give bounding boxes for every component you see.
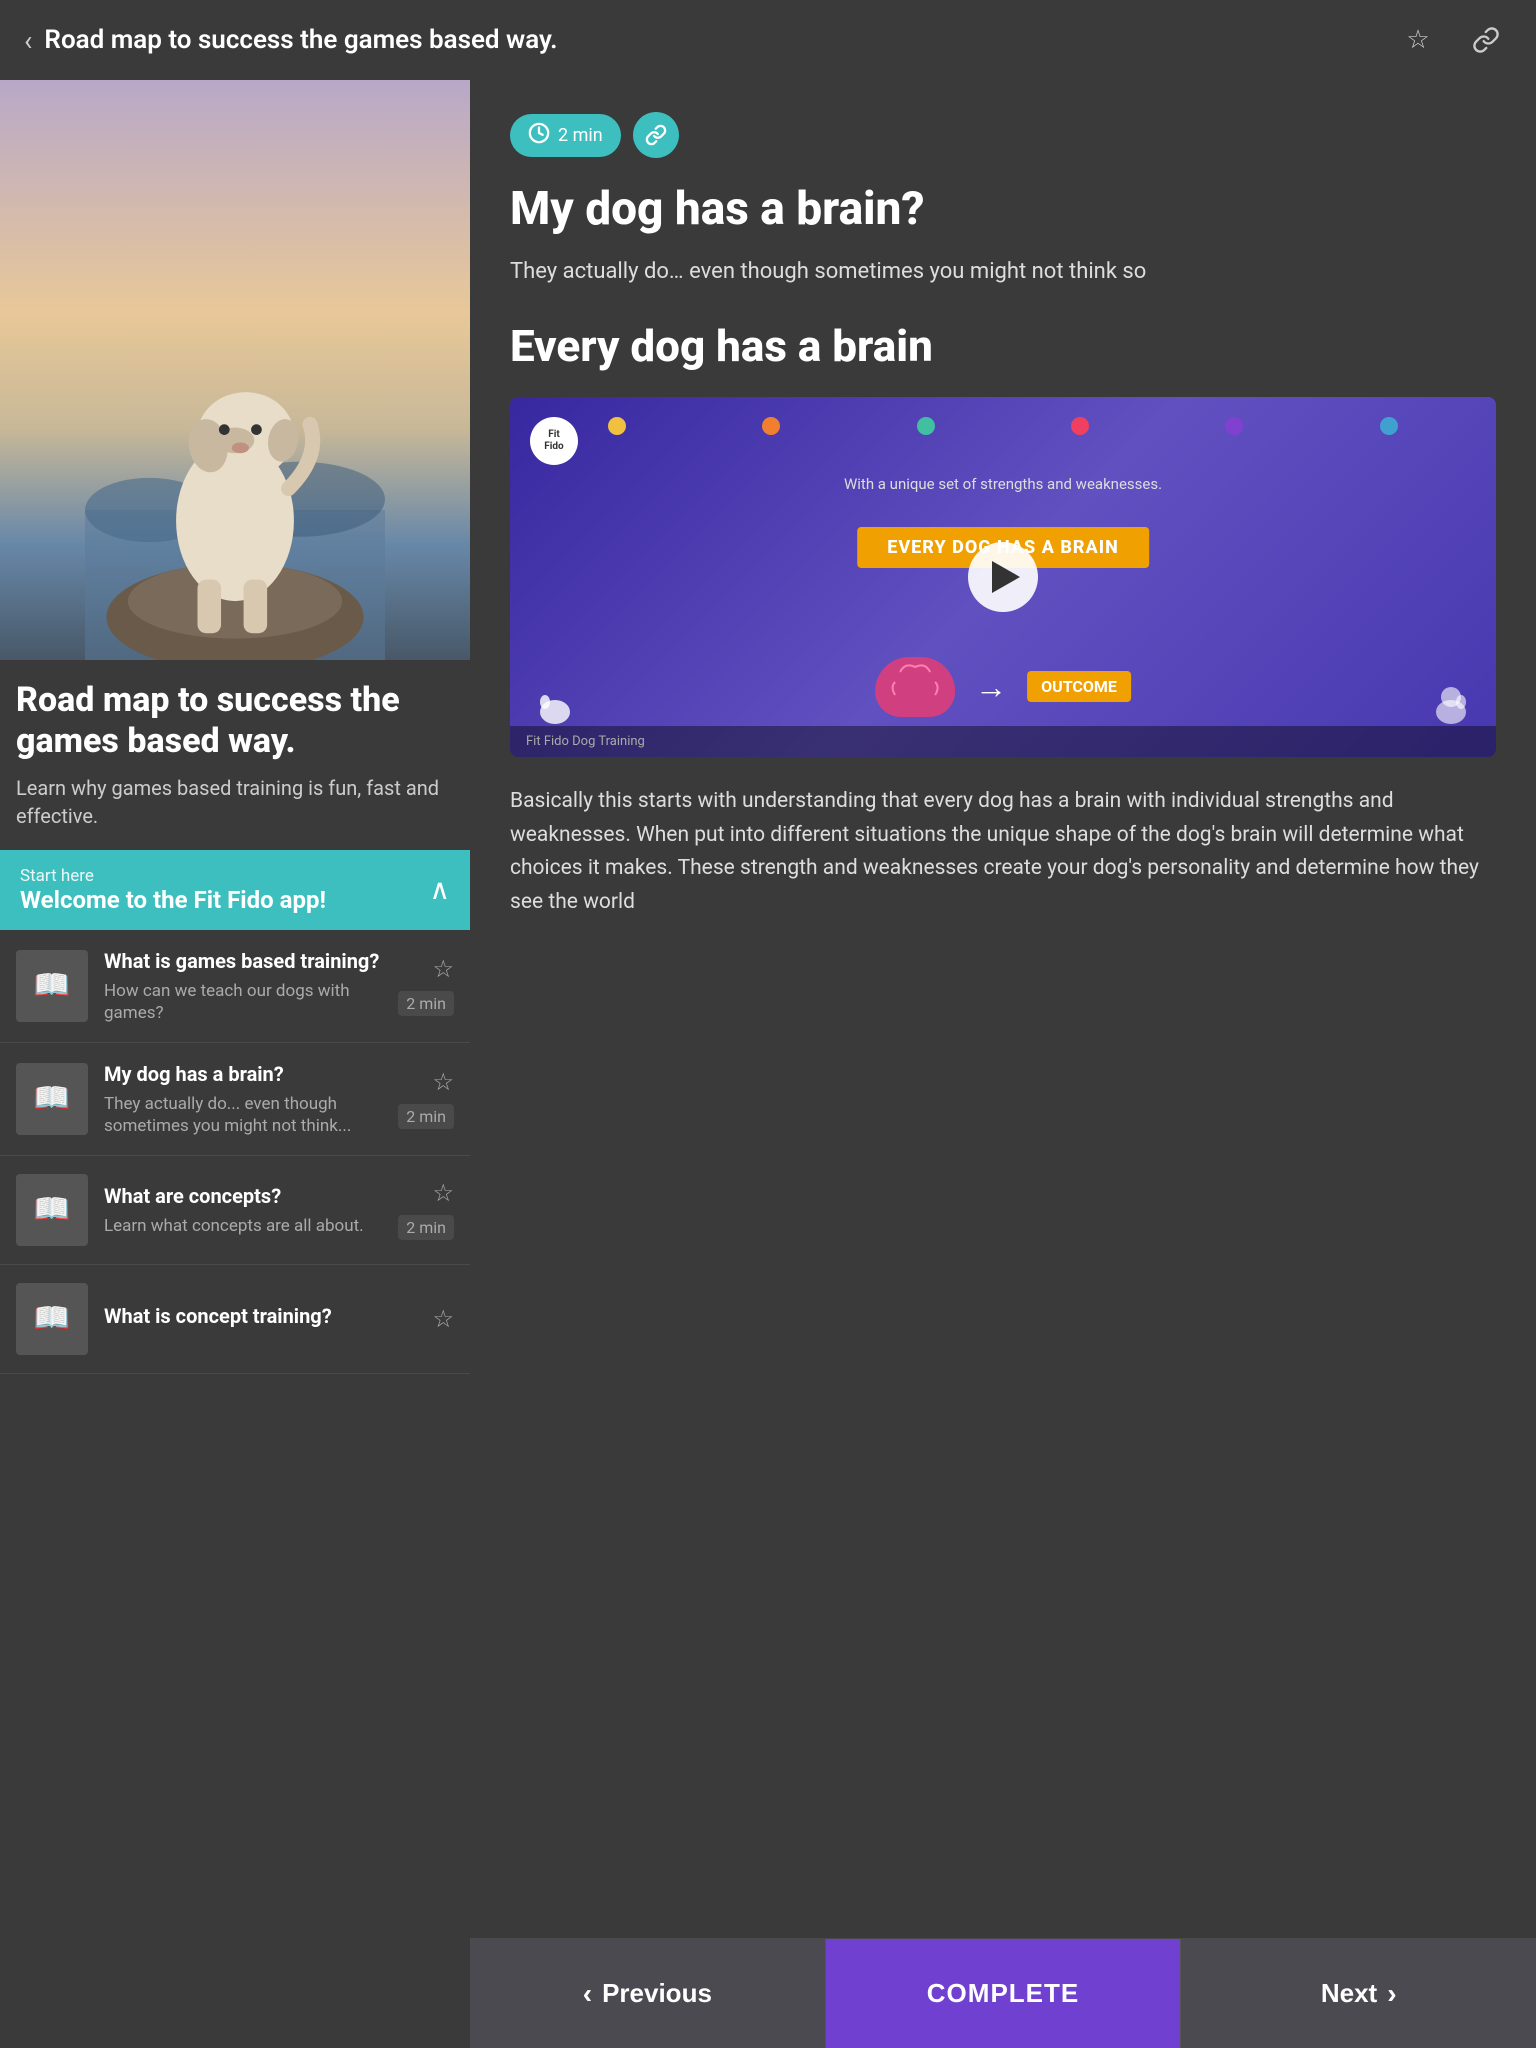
meta-badges: 2 min (510, 112, 1496, 158)
lesson-desc: They actually do... even though sometime… (104, 1093, 390, 1137)
play-button[interactable] (968, 542, 1038, 612)
book-icon: 📖 (33, 968, 70, 1003)
lesson-thumbnail: 📖 (16, 1283, 88, 1355)
lesson-duration: 2 min (398, 1215, 454, 1240)
body-text: Basically this starts with understanding… (510, 785, 1496, 919)
video-dog-left-icon (530, 677, 580, 727)
next-arrow-icon: › (1387, 1978, 1396, 2010)
back-button[interactable]: ‹ Road map to success the games based wa… (24, 24, 1392, 57)
book-icon: 📖 (33, 1192, 70, 1227)
share-button[interactable] (1460, 14, 1512, 66)
book-icon: 📖 (33, 1301, 70, 1336)
lesson-desc: Learn what concepts are all about. (104, 1215, 390, 1237)
start-here-label: Start here (20, 866, 326, 886)
link-icon (645, 124, 667, 146)
lesson-item[interactable]: 📖 What are concepts? Learn what concepts… (0, 1156, 470, 1265)
bookmark-button[interactable]: ☆ (1392, 14, 1444, 66)
lesson-list: 📖 What is games based training? How can … (0, 930, 470, 2048)
lesson-meta: ☆ 2 min (398, 1068, 454, 1129)
start-here-section[interactable]: Start here Welcome to the Fit Fido app! … (0, 850, 470, 930)
lesson-item[interactable]: 📖 What is games based training? How can … (0, 930, 470, 1043)
back-icon: ‹ (24, 24, 32, 57)
lesson-meta: ☆ 2 min (398, 955, 454, 1016)
duration-badge: 2 min (510, 114, 621, 157)
header-actions: ☆ (1392, 14, 1512, 66)
duration-label: 2 min (558, 125, 603, 146)
favorite-icon[interactable]: ☆ (432, 1068, 454, 1096)
link-badge[interactable] (633, 112, 679, 158)
content-subtitle: They actually do… even though sometimes … (510, 255, 1496, 288)
lesson-name: What is games based training? (104, 948, 390, 974)
lesson-info: What is concept training? (104, 1303, 424, 1335)
course-info: Road map to success the games based way.… (0, 660, 470, 850)
course-title: Road map to success the games based way. (16, 680, 454, 762)
lesson-item[interactable]: 📖 What is concept training? ☆ (0, 1265, 470, 1374)
hero-image (0, 80, 470, 660)
share-icon (1472, 26, 1500, 54)
lesson-name: What are concepts? (104, 1183, 390, 1209)
lesson-thumbnail: 📖 (16, 950, 88, 1022)
header: ‹ Road map to success the games based wa… (0, 0, 1536, 80)
favorite-icon[interactable]: ☆ (432, 955, 454, 983)
favorite-icon[interactable]: ☆ (432, 1179, 454, 1207)
lesson-item[interactable]: 📖 My dog has a brain? They actually do..… (0, 1043, 470, 1156)
next-label: Next (1321, 1978, 1377, 2009)
lesson-info: My dog has a brain? They actually do... … (104, 1061, 390, 1137)
complete-button[interactable]: COMPLETE (826, 1939, 1181, 2048)
next-button[interactable]: Next › (1180, 1939, 1536, 2048)
video-overlay (510, 397, 1496, 757)
dog-illustration (85, 210, 385, 660)
lesson-duration: 2 min (398, 1104, 454, 1129)
previous-button[interactable]: ‹ Previous (470, 1939, 826, 2048)
clock-icon (528, 122, 550, 149)
lesson-meta: ☆ 2 min (398, 1179, 454, 1240)
play-icon (992, 561, 1020, 593)
chevron-up-icon: ∧ (430, 873, 451, 906)
favorite-icon[interactable]: ☆ (432, 1305, 454, 1333)
lesson-desc: How can we teach our dogs with games? (104, 980, 390, 1024)
lesson-name: What is concept training? (104, 1303, 424, 1329)
start-here-title: Welcome to the Fit Fido app! (20, 886, 326, 914)
bookmark-icon: ☆ (1406, 25, 1429, 55)
lesson-thumbnail: 📖 (16, 1174, 88, 1246)
header-title: Road map to success the games based way. (44, 25, 557, 55)
course-description: Learn why games based training is fun, f… (16, 774, 454, 830)
lesson-duration: 2 min (398, 991, 454, 1016)
video-caption: Fit Fido Dog Training (510, 726, 1496, 757)
lesson-info: What are concepts? Learn what concepts a… (104, 1183, 390, 1237)
right-panel: 2 min My dog has a brain? They actually … (470, 80, 1536, 2048)
lesson-name: My dog has a brain? (104, 1061, 390, 1087)
book-icon: 📖 (33, 1081, 70, 1116)
lesson-thumbnail: 📖 (16, 1063, 88, 1135)
start-here-content: Start here Welcome to the Fit Fido app! (20, 866, 326, 914)
lesson-meta: ☆ (432, 1305, 454, 1333)
main-layout: Road map to success the games based way.… (0, 80, 1536, 2048)
previous-label: Previous (602, 1978, 712, 2009)
section-heading: Every dog has a brain (510, 320, 1496, 373)
left-panel: Road map to success the games based way.… (0, 80, 470, 2048)
complete-label: COMPLETE (927, 1978, 1079, 2009)
bottom-navigation: ‹ Previous COMPLETE Next › (470, 1938, 1536, 2048)
prev-arrow-icon: ‹ (583, 1978, 592, 2010)
lesson-info: What is games based training? How can we… (104, 948, 390, 1024)
video-dog-right-icon (1426, 677, 1476, 727)
content-main-title: My dog has a brain? (510, 182, 1496, 237)
video-player[interactable]: FitFido EVERY DOG HAS A BRAIN With a uni… (510, 397, 1496, 757)
